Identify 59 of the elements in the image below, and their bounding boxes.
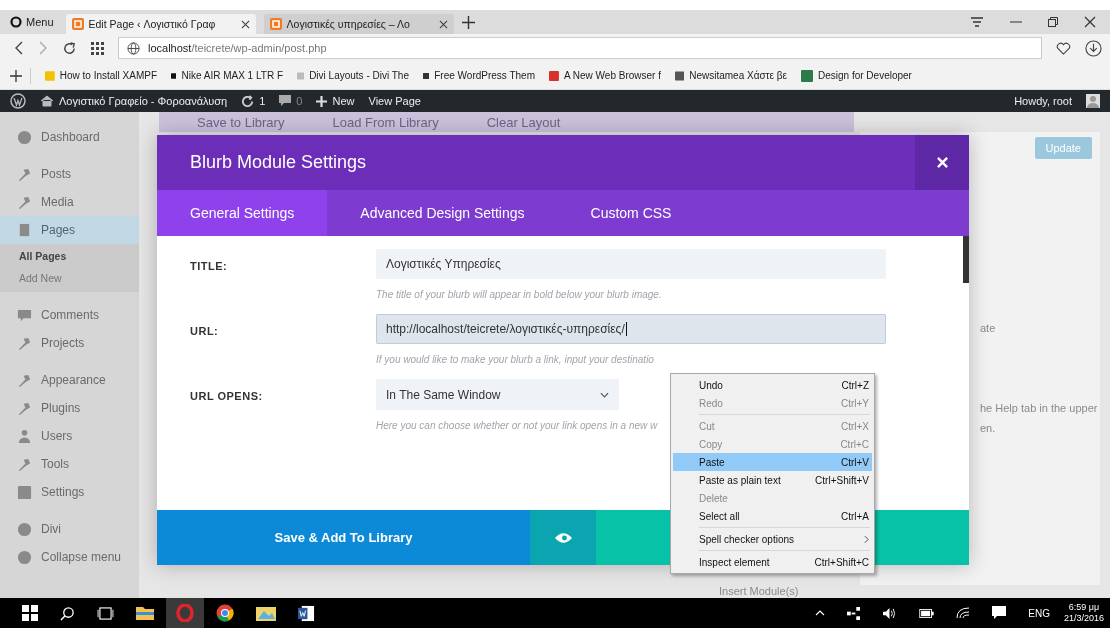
sidebar-item[interactable]: Settings bbox=[0, 478, 139, 506]
field-label: URL OPENS: bbox=[190, 389, 264, 404]
view-page-link[interactable]: View Page bbox=[368, 95, 421, 107]
sidebar-item[interactable]: Media bbox=[0, 188, 139, 216]
menu-item[interactable]: Paste Ctrl+V bbox=[673, 453, 872, 471]
field-label: URL: bbox=[190, 324, 220, 339]
settings-tab[interactable]: Custom CSS bbox=[557, 190, 705, 236]
sidebar-item[interactable]: Users bbox=[0, 422, 139, 450]
comments-link[interactable]: 0 bbox=[279, 95, 303, 107]
menu-item[interactable]: Paste as plain text Ctrl+Shift+V bbox=[673, 471, 872, 489]
sidebar-item[interactable]: Plugins bbox=[0, 394, 139, 422]
menu-item[interactable]: Select all Ctrl+A bbox=[673, 507, 872, 525]
help-text: If you would like to make your blurb a link, input your destinatio bbox=[376, 354, 655, 365]
bookmark-link[interactable]: Newsitamea Χάστε βε bbox=[675, 69, 787, 82]
save-to-library-button[interactable]: Save & Add To Library bbox=[157, 510, 530, 565]
field-label: TITLE: bbox=[190, 259, 229, 274]
sidebar-item[interactable]: Collapse menu bbox=[0, 543, 139, 571]
language-indicator[interactable]: ENG bbox=[1028, 607, 1050, 619]
bookmark-link[interactable]: Free WordPress Them bbox=[423, 69, 535, 82]
browser-menu-button[interactable]: Menu bbox=[6, 16, 58, 28]
sidebar-item[interactable]: Tools bbox=[0, 450, 139, 478]
modal-title: Blurb Module Settings bbox=[189, 152, 367, 173]
dropdown[interactable]: In The Same Window bbox=[376, 379, 619, 410]
bookmark-link[interactable]: How to Install XAMPF bbox=[45, 69, 157, 82]
help-text: en. bbox=[980, 422, 996, 434]
bookmark-link[interactable]: A New Web Browser f bbox=[549, 69, 661, 82]
template-select[interactable]: ate bbox=[980, 322, 996, 334]
help-text: he Help tab in the upper bbox=[980, 402, 1098, 414]
sidebar-item[interactable]: Divi bbox=[0, 515, 139, 543]
builder-action[interactable]: Save to Library bbox=[197, 114, 285, 130]
settings-tab[interactable]: Advanced Design Settings bbox=[327, 190, 558, 236]
sidebar-item[interactable]: Pages bbox=[0, 216, 139, 244]
menu-item[interactable]: Inspect element Ctrl+Shift+C bbox=[673, 553, 872, 571]
builder-action[interactable]: Clear Layout bbox=[486, 114, 561, 130]
new-link[interactable]: New bbox=[316, 95, 355, 107]
settings-tab[interactable]: General Settings bbox=[157, 190, 328, 236]
updates-link[interactable]: 1 bbox=[241, 94, 266, 108]
text-field[interactable]: http://localhost/teicrete/λογιστικές-υπηρεσίες/ bbox=[376, 314, 886, 344]
bookmark-link[interactable]: Design for Developer bbox=[801, 69, 913, 82]
builder-action[interactable]: Load From Library bbox=[332, 114, 439, 130]
sidebar-item[interactable]: Appearance bbox=[0, 366, 139, 394]
help-text: The title of your blurb will appear in bold below your blurb image. bbox=[376, 289, 663, 300]
bookmark-link[interactable]: Nike AIR MAX 1 LTR F bbox=[171, 69, 283, 82]
submenu-link[interactable]: All Pages bbox=[19, 248, 139, 264]
sidebar-item[interactable]: Dashboard bbox=[0, 123, 139, 151]
menu-item[interactable]: Spell checker options bbox=[673, 530, 872, 548]
address-field[interactable]: localhost/teicrete/wp-admin/post.php bbox=[118, 37, 1042, 59]
help-text: Here you can choose whether or not your link opens in a new w bbox=[376, 420, 658, 431]
sidebar-item[interactable]: Posts bbox=[0, 160, 139, 188]
sidebar-item[interactable]: Comments bbox=[0, 301, 139, 329]
bookmark-link[interactable]: Divi Layouts - Divi The bbox=[297, 69, 409, 82]
sidebar-item[interactable]: Projects bbox=[0, 329, 139, 357]
text-field[interactable]: Λογιστικές Υπηρεσίες bbox=[376, 249, 886, 279]
browser-tab[interactable]: Λογιστικές υπηρεσίες – Λο bbox=[263, 14, 454, 34]
site-link[interactable]: Λογιστικό Γραφείο - Φοροανάλυση bbox=[40, 95, 228, 107]
browser-tab[interactable]: Edit Page ‹ Λογιστικό Γραφ bbox=[65, 14, 256, 34]
greeting-link[interactable]: Howdy, root bbox=[1014, 95, 1072, 107]
menu-item[interactable]: Undo Ctrl+Z bbox=[673, 376, 872, 394]
clock[interactable]: 6:59 μμ 21/3/2016 bbox=[1063, 602, 1104, 624]
